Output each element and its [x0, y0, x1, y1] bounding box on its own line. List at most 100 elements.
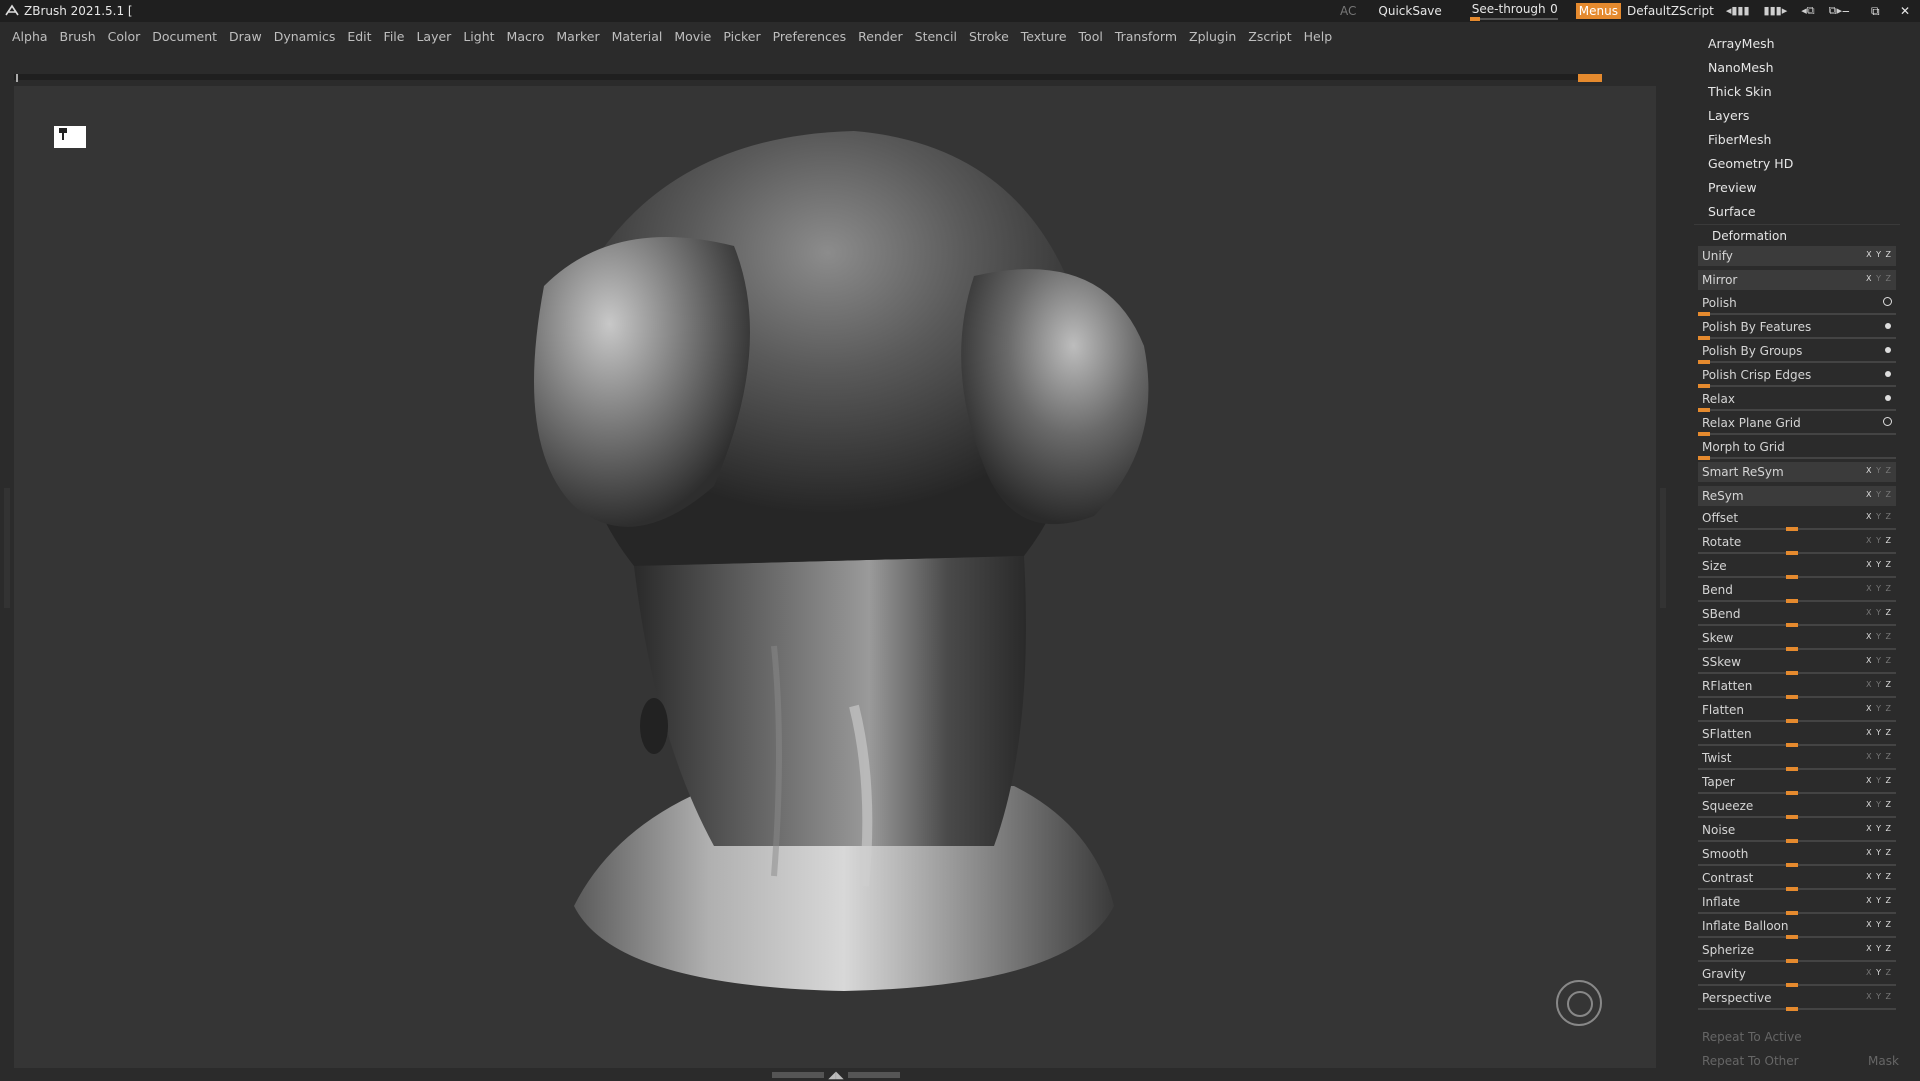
restore-button[interactable]: ⧉: [1871, 0, 1880, 22]
left-tray-handle[interactable]: [4, 488, 10, 608]
offset-slider[interactable]: Offset X Y Z: [1698, 507, 1896, 531]
quicksave-button[interactable]: QuickSave: [1378, 4, 1441, 18]
slider-knob[interactable]: [1786, 815, 1798, 819]
inflate-slider[interactable]: Inflate X Y Z: [1698, 892, 1896, 915]
repeat-to-active-button[interactable]: Repeat To Active: [1698, 1027, 1896, 1047]
smooth-slider[interactable]: Smooth X Y Z: [1698, 843, 1896, 867]
axis-xyz-icon[interactable]: X Y Z: [1866, 867, 1892, 887]
slider-knob[interactable]: [1698, 336, 1710, 340]
squeeze-slider[interactable]: Squeeze X Y Z: [1698, 795, 1896, 819]
gravity-slider[interactable]: Gravity X Y Z: [1698, 964, 1896, 987]
axis-xyz-icon[interactable]: X Y Z: [1866, 269, 1892, 289]
menu-brush[interactable]: Brush: [60, 29, 96, 44]
slider-knob[interactable]: [1786, 647, 1798, 651]
menu-texture[interactable]: Texture: [1021, 29, 1067, 44]
mode-dot-icon[interactable]: [1885, 323, 1891, 329]
subpalette-thick-skin[interactable]: Thick Skin: [1708, 80, 1772, 104]
slider-knob[interactable]: [1698, 312, 1710, 316]
axis-xyz-icon[interactable]: X Y Z: [1866, 651, 1892, 671]
subpalette-arraymesh[interactable]: ArrayMesh: [1708, 32, 1775, 56]
slider-knob[interactable]: [1786, 767, 1798, 771]
menu-document[interactable]: Document: [152, 29, 217, 44]
default-zscript-button[interactable]: DefaultZScript: [1627, 4, 1714, 18]
rflatten-slider[interactable]: RFlatten X Y Z: [1698, 675, 1896, 699]
subpalette-fibermesh[interactable]: FiberMesh: [1708, 128, 1771, 152]
axis-xyz-icon[interactable]: X Y Z: [1866, 699, 1892, 719]
axis-xyz-icon[interactable]: X Y Z: [1866, 627, 1892, 647]
slider-knob[interactable]: [1698, 360, 1710, 364]
minimize-button[interactable]: ‒: [1842, 0, 1850, 22]
slider-knob[interactable]: [1698, 432, 1710, 436]
mode-circle-icon[interactable]: [1883, 297, 1892, 306]
menu-color[interactable]: Color: [108, 29, 141, 44]
subpalette-geometry-hd[interactable]: Geometry HD: [1708, 152, 1793, 176]
relax-plane-grid-slider[interactable]: Relax Plane Grid: [1698, 413, 1896, 436]
mode-dot-icon[interactable]: [1885, 347, 1891, 353]
layout-right-icon[interactable]: ▮▮▮▸: [1764, 4, 1788, 18]
polish-crisp-edges-slider[interactable]: Polish Crisp Edges: [1698, 365, 1896, 388]
slider-knob[interactable]: [1786, 527, 1798, 531]
axis-xyz-icon[interactable]: X Y Z: [1866, 245, 1892, 265]
slider-knob[interactable]: [1786, 791, 1798, 795]
copy-layout-icon[interactable]: ⧉▸: [1829, 4, 1842, 18]
menu-picker[interactable]: Picker: [723, 29, 760, 44]
layout-left-icon[interactable]: ◂▮▮▮: [1726, 4, 1750, 18]
sculpted-model[interactable]: [14, 86, 1656, 1068]
close-button[interactable]: ✕: [1900, 0, 1910, 22]
menu-alpha[interactable]: Alpha: [12, 29, 48, 44]
axis-xyz-icon[interactable]: X Y Z: [1866, 723, 1892, 743]
slider-knob[interactable]: [1786, 671, 1798, 675]
bottom-tray-handle[interactable]: ◢◣: [772, 1070, 900, 1081]
menu-stencil[interactable]: Stencil: [915, 29, 957, 44]
inflate-balloon-slider[interactable]: Inflate Balloon X Y Z: [1698, 916, 1896, 939]
slider-knob[interactable]: [1786, 743, 1798, 747]
menu-zplugin[interactable]: Zplugin: [1189, 29, 1236, 44]
slider-knob[interactable]: [1786, 719, 1798, 723]
axis-xyz-icon[interactable]: X Y Z: [1866, 939, 1892, 959]
axis-xyz-icon[interactable]: X Y Z: [1866, 579, 1892, 599]
menu-file[interactable]: File: [384, 29, 405, 44]
menu-stroke[interactable]: Stroke: [969, 29, 1009, 44]
mirror-button[interactable]: Mirror X Y Z: [1698, 270, 1896, 290]
menu-edit[interactable]: Edit: [347, 29, 371, 44]
polish-by-groups-slider[interactable]: Polish By Groups: [1698, 341, 1896, 364]
mode-circle-icon[interactable]: [1883, 417, 1892, 426]
polish-slider[interactable]: Polish: [1698, 293, 1896, 316]
axis-xyz-icon[interactable]: X Y Z: [1866, 843, 1892, 863]
axis-xyz-icon[interactable]: X Y Z: [1866, 795, 1892, 815]
menu-zscript[interactable]: Zscript: [1248, 29, 1291, 44]
axis-xyz-icon[interactable]: X Y Z: [1866, 507, 1892, 527]
morph-to-grid-slider[interactable]: Morph to Grid: [1698, 437, 1896, 460]
sbend-slider[interactable]: SBend X Y Z: [1698, 604, 1896, 627]
subpalette-preview[interactable]: Preview: [1708, 176, 1757, 200]
subpalette-surface[interactable]: Surface: [1708, 200, 1756, 224]
see-through-knob[interactable]: [1469, 17, 1480, 21]
axis-xyz-icon[interactable]: X Y Z: [1866, 675, 1892, 695]
polish-by-features-slider[interactable]: Polish By Features: [1698, 317, 1896, 340]
slider-knob[interactable]: [1786, 1007, 1798, 1011]
relax-slider[interactable]: Relax: [1698, 389, 1896, 412]
skew-slider[interactable]: Skew X Y Z: [1698, 627, 1896, 651]
slider-knob[interactable]: [1786, 575, 1798, 579]
mode-dot-icon[interactable]: [1885, 371, 1891, 377]
slider-knob[interactable]: [1786, 911, 1798, 915]
menu-preferences[interactable]: Preferences: [773, 29, 847, 44]
timeline-current-marker[interactable]: [1578, 74, 1602, 82]
menu-material[interactable]: Material: [612, 29, 663, 44]
smart-resym-button[interactable]: Smart ReSym X Y Z: [1698, 462, 1896, 482]
menu-macro[interactable]: Macro: [507, 29, 545, 44]
axis-xyz-icon[interactable]: X Y Z: [1866, 485, 1892, 505]
noise-slider[interactable]: Noise X Y Z: [1698, 820, 1896, 843]
menu-draw[interactable]: Draw: [229, 29, 262, 44]
flatten-slider[interactable]: Flatten X Y Z: [1698, 699, 1896, 723]
taper-slider[interactable]: Taper X Y Z: [1698, 772, 1896, 795]
slider-knob[interactable]: [1786, 887, 1798, 891]
mask-toggle[interactable]: Mask: [1868, 1051, 1899, 1071]
canvas-viewport[interactable]: [14, 86, 1656, 1068]
menu-tool[interactable]: Tool: [1079, 29, 1103, 44]
twist-slider[interactable]: Twist X Y Z: [1698, 748, 1896, 771]
slider-knob[interactable]: [1786, 551, 1798, 555]
menu-movie[interactable]: Movie: [674, 29, 711, 44]
menus-toggle[interactable]: Menus: [1575, 3, 1621, 19]
expand-arrows-icon[interactable]: ◢◣: [828, 1070, 843, 1081]
